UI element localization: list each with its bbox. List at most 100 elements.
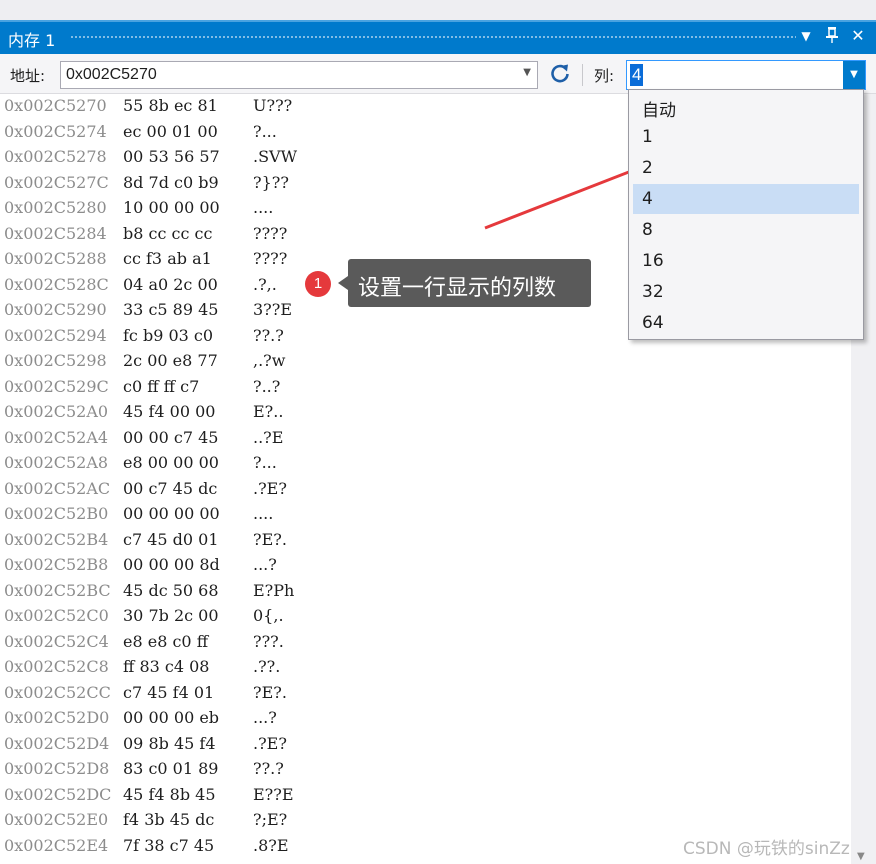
dropdown-option[interactable]: 自动	[633, 91, 859, 121]
dropdown-option[interactable]: 1	[633, 122, 859, 152]
memory-row-address[interactable]: 0x002C52BC	[4, 581, 111, 600]
memory-row-bytes[interactable]: 45 f4 8b 45	[123, 785, 216, 804]
memory-row-ascii[interactable]: 0{,.	[253, 606, 284, 625]
memory-row-ascii[interactable]: .?,.	[253, 275, 277, 294]
memory-row-address[interactable]: 0x002C52D8	[4, 759, 109, 778]
memory-row-ascii[interactable]: U???	[253, 96, 292, 115]
memory-row-bytes[interactable]: 00 53 56 57	[123, 147, 220, 166]
memory-row-address[interactable]: 0x002C52CC	[4, 683, 111, 702]
memory-row-bytes[interactable]: 00 00 00 eb	[123, 708, 219, 727]
address-combobox[interactable]: 0x002C5270 ▼	[60, 61, 538, 89]
memory-row-bytes[interactable]: e8 00 00 00	[123, 453, 219, 472]
memory-row-ascii[interactable]: ...?	[253, 555, 277, 574]
memory-row-ascii[interactable]: ?E?.	[253, 530, 287, 549]
window-menu-icon[interactable]: ▼	[796, 29, 816, 43]
memory-row-address[interactable]: 0x002C527C	[4, 173, 109, 192]
memory-row-ascii[interactable]: .?E?	[253, 734, 287, 753]
memory-row-ascii[interactable]: .??.	[253, 657, 280, 676]
pin-icon[interactable]	[822, 26, 842, 48]
memory-row-ascii[interactable]: ....	[253, 504, 273, 523]
memory-row-bytes[interactable]: 10 00 00 00	[123, 198, 220, 217]
memory-row-bytes[interactable]: e8 e8 c0 ff	[123, 632, 208, 651]
memory-window-titlebar[interactable]: 内存 1 ▼ ✕	[0, 20, 876, 54]
memory-row-bytes[interactable]: 83 c0 01 89	[123, 759, 218, 778]
memory-row-bytes[interactable]: 8d 7d c0 b9	[123, 173, 219, 192]
memory-row-address[interactable]: 0x002C52A8	[4, 453, 108, 472]
memory-row-ascii[interactable]: .8?E	[253, 836, 289, 855]
memory-row-ascii[interactable]: ????	[253, 249, 287, 268]
memory-row-address[interactable]: 0x002C52E0	[4, 810, 108, 829]
memory-row-ascii[interactable]: ?;E?	[253, 810, 287, 829]
memory-row-ascii[interactable]: ..?E	[253, 428, 283, 447]
memory-row-address[interactable]: 0x002C52C8	[4, 657, 109, 676]
memory-row-bytes[interactable]: 00 c7 45 dc	[123, 479, 217, 498]
dropdown-option[interactable]: 64	[633, 308, 859, 338]
memory-row-ascii[interactable]: ....	[253, 198, 273, 217]
memory-row-bytes[interactable]: c0 ff ff c7	[123, 377, 199, 396]
memory-row-ascii[interactable]: .SVW	[253, 147, 297, 166]
dropdown-option[interactable]: 4	[633, 184, 859, 214]
memory-row-ascii[interactable]: E?Ph	[253, 581, 294, 600]
memory-row-bytes[interactable]: 45 dc 50 68	[123, 581, 219, 600]
memory-row-bytes[interactable]: 55 8b ec 81	[123, 96, 218, 115]
memory-row-address[interactable]: 0x002C52A0	[4, 402, 108, 421]
memory-row-bytes[interactable]: f4 3b 45 dc	[123, 810, 214, 829]
memory-row-ascii[interactable]: ??.?	[253, 326, 284, 345]
columns-value[interactable]: 4	[630, 64, 644, 86]
memory-row-ascii[interactable]: E??E	[253, 785, 294, 804]
memory-row-ascii[interactable]: ??.?	[253, 759, 284, 778]
memory-row-ascii[interactable]: ?E?.	[253, 683, 287, 702]
memory-row-bytes[interactable]: 00 00 00 8d	[123, 555, 220, 574]
memory-row-address[interactable]: 0x002C52B0	[4, 504, 108, 523]
memory-row-bytes[interactable]: ff 83 c4 08	[123, 657, 209, 676]
memory-row-bytes[interactable]: b8 cc cc cc	[123, 224, 212, 243]
memory-row-bytes[interactable]: c7 45 f4 01	[123, 683, 214, 702]
memory-row-address[interactable]: 0x002C52D0	[4, 708, 109, 727]
memory-row-ascii[interactable]: ?...	[253, 122, 277, 141]
memory-row-address[interactable]: 0x002C52A4	[4, 428, 108, 447]
memory-row-bytes[interactable]: 09 8b 45 f4	[123, 734, 216, 753]
memory-row-bytes[interactable]: fc b9 03 c0	[123, 326, 213, 345]
memory-row-address[interactable]: 0x002C5270	[4, 96, 107, 115]
memory-row-ascii[interactable]: ???.	[253, 632, 284, 651]
memory-row-bytes[interactable]: 00 00 c7 45	[123, 428, 218, 447]
memory-row-address[interactable]: 0x002C5288	[4, 249, 107, 268]
memory-row-ascii[interactable]: ,.?w	[253, 351, 285, 370]
memory-row-address[interactable]: 0x002C5278	[4, 147, 107, 166]
memory-row-ascii[interactable]: ?..?	[253, 377, 280, 396]
columns-dropdown-list[interactable]: 自动 1 2 4 8 16 32 64	[628, 89, 864, 340]
memory-row-bytes[interactable]: 7f 38 c7 45	[123, 836, 214, 855]
title-grip[interactable]	[70, 35, 796, 40]
memory-row-address[interactable]: 0x002C52C0	[4, 606, 109, 625]
memory-row-bytes[interactable]: 00 00 00 00	[123, 504, 220, 523]
memory-row-bytes[interactable]: ec 00 01 00	[123, 122, 218, 141]
memory-row-address[interactable]: 0x002C5280	[4, 198, 107, 217]
memory-row-address[interactable]: 0x002C52C4	[4, 632, 109, 651]
memory-row-address[interactable]: 0x002C5290	[4, 300, 107, 319]
memory-row-ascii[interactable]: ...?	[253, 708, 277, 727]
memory-row-address[interactable]: 0x002C52AC	[4, 479, 110, 498]
chevron-down-icon[interactable]: ▼	[523, 67, 531, 78]
memory-row-bytes[interactable]: cc f3 ab a1	[123, 249, 212, 268]
memory-row-address[interactable]: 0x002C52DC	[4, 785, 111, 804]
memory-row-address[interactable]: 0x002C5294	[4, 326, 107, 345]
memory-row-address[interactable]: 0x002C52E4	[4, 836, 108, 855]
memory-row-address[interactable]: 0x002C52B4	[4, 530, 108, 549]
close-icon[interactable]: ✕	[848, 26, 868, 45]
memory-row-ascii[interactable]: ?}??	[253, 173, 289, 192]
dropdown-option[interactable]: 2	[633, 153, 859, 183]
address-value[interactable]: 0x002C5270	[66, 66, 157, 84]
memory-row-bytes[interactable]: c7 45 d0 01	[123, 530, 219, 549]
dropdown-option[interactable]: 8	[633, 215, 859, 245]
memory-row-ascii[interactable]: ????	[253, 224, 287, 243]
memory-row-address[interactable]: 0x002C52B8	[4, 555, 108, 574]
memory-row-bytes[interactable]: 45 f4 00 00	[123, 402, 215, 421]
memory-row-ascii[interactable]: ?...	[253, 453, 277, 472]
memory-row-bytes[interactable]: 2c 00 e8 77	[123, 351, 218, 370]
memory-row-address[interactable]: 0x002C5274	[4, 122, 107, 141]
memory-row-ascii[interactable]: E?..	[253, 402, 283, 421]
memory-row-bytes[interactable]: 30 7b 2c 00	[123, 606, 219, 625]
memory-row-ascii[interactable]: .?E?	[253, 479, 287, 498]
memory-row-address[interactable]: 0x002C5284	[4, 224, 107, 243]
memory-row-address[interactable]: 0x002C52D4	[4, 734, 109, 753]
